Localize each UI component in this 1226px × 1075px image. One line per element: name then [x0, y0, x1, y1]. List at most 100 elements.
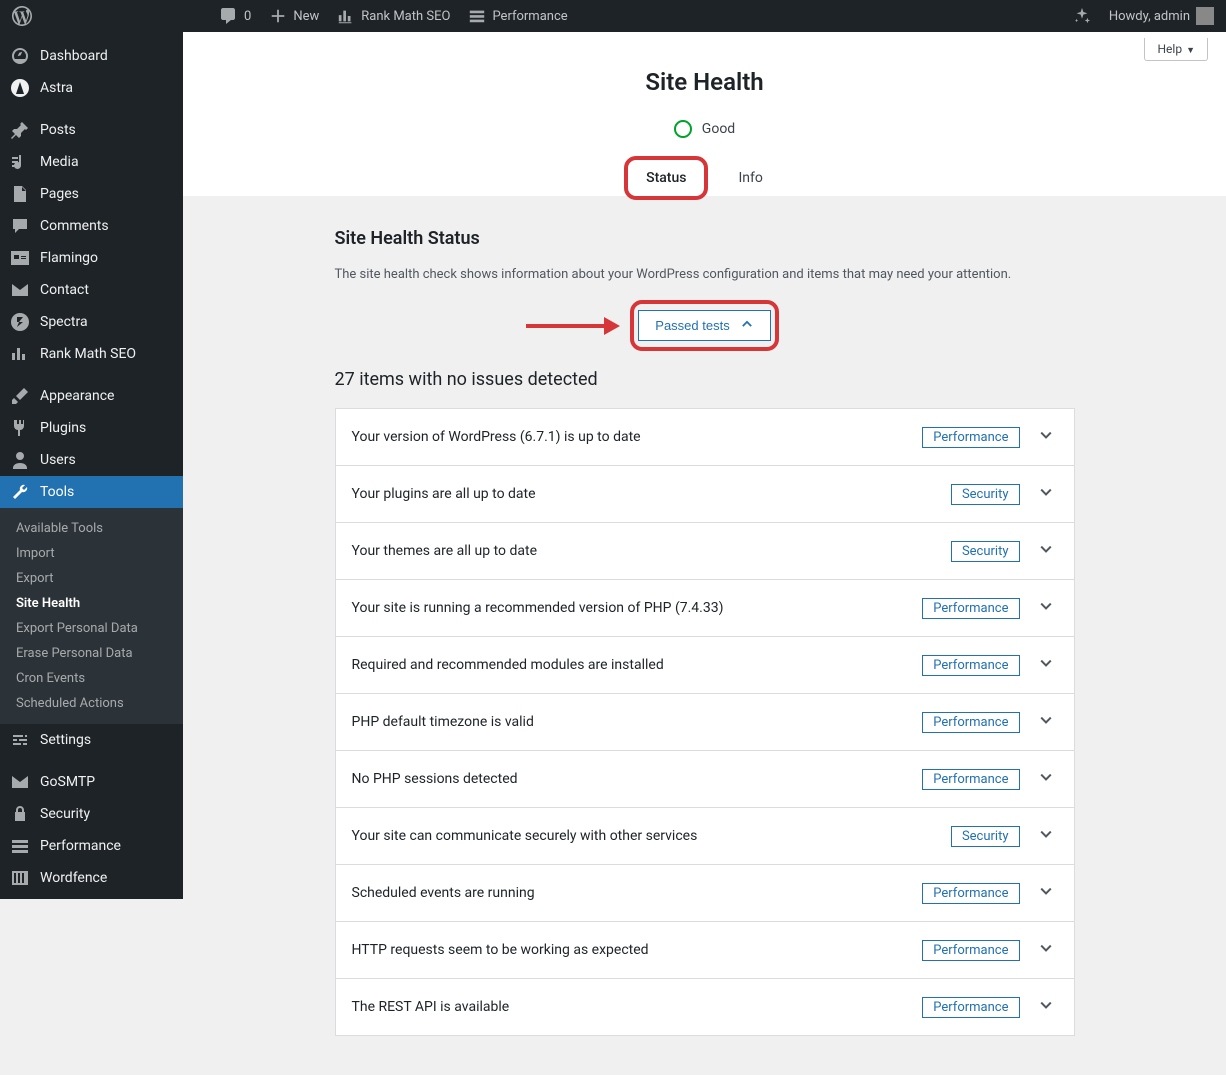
astra-icon	[10, 78, 30, 98]
tools-submenu: Available Tools Import Export Site Healt…	[0, 508, 183, 724]
admin-sidebar: Dashboard Astra Posts Media Pages Commen…	[0, 32, 183, 899]
test-title: Your plugins are all up to date	[352, 486, 951, 502]
sidebar-item-flamingo[interactable]: Flamingo	[0, 242, 183, 274]
test-badge: Security	[951, 541, 1020, 562]
sidebar-item-plugins[interactable]: Plugins	[0, 412, 183, 444]
sidebar-item-performance[interactable]: Performance	[0, 830, 183, 862]
chevron-up-icon	[740, 317, 754, 334]
sidebar-item-rankmath[interactable]: Rank Math SEO	[0, 338, 183, 370]
chevron-down-icon[interactable]	[1034, 480, 1058, 508]
test-row[interactable]: HTTP requests seem to be working as expe…	[335, 921, 1075, 979]
chevron-down-icon[interactable]	[1034, 537, 1058, 565]
chevron-down-icon[interactable]	[1034, 708, 1058, 736]
test-badge: Performance	[922, 940, 1019, 961]
test-row[interactable]: Your version of WordPress (6.7.1) is up …	[335, 408, 1075, 466]
test-badge: Security	[951, 826, 1020, 847]
sub-cron-events[interactable]: Cron Events	[0, 666, 183, 691]
test-title: Your site can communicate securely with …	[352, 828, 951, 844]
test-badge: Security	[951, 484, 1020, 505]
chevron-down-icon[interactable]	[1034, 765, 1058, 793]
test-row[interactable]: Your themes are all up to dateSecurity	[335, 522, 1075, 580]
test-title: Required and recommended modules are ins…	[352, 657, 923, 673]
comment-icon	[10, 216, 30, 236]
status-circle-icon	[674, 120, 692, 138]
sidebar-item-astra[interactable]: Astra	[0, 72, 183, 104]
card-icon	[10, 248, 30, 268]
test-row[interactable]: Scheduled events are runningPerformance	[335, 864, 1075, 922]
sub-erase-personal-data[interactable]: Erase Personal Data	[0, 641, 183, 666]
sidebar-item-media[interactable]: Media	[0, 146, 183, 178]
sub-scheduled-actions[interactable]: Scheduled Actions	[0, 691, 183, 716]
comment-icon	[218, 6, 238, 26]
tab-info[interactable]: Info	[734, 160, 766, 196]
test-row[interactable]: PHP default timezone is validPerformance	[335, 693, 1075, 751]
wrench-icon	[10, 482, 30, 502]
sidebar-item-security[interactable]: Security	[0, 798, 183, 830]
chevron-down-icon[interactable]	[1034, 651, 1058, 679]
chevron-down-icon[interactable]	[1034, 993, 1058, 1021]
sub-available-tools[interactable]: Available Tools	[0, 516, 183, 541]
section-title: Site Health Status	[335, 228, 1075, 249]
section-description: The site health check shows information …	[335, 267, 1075, 282]
adminbar-account[interactable]: Howdy, admin	[1109, 7, 1214, 25]
sidebar-item-comments[interactable]: Comments	[0, 210, 183, 242]
test-row[interactable]: Your site is running a recommended versi…	[335, 579, 1075, 637]
test-row[interactable]: The REST API is availablePerformance	[335, 978, 1075, 1036]
wp-logo[interactable]	[12, 6, 32, 26]
stack-icon	[468, 7, 486, 25]
sub-export-personal-data[interactable]: Export Personal Data	[0, 616, 183, 641]
sidebar-item-settings[interactable]: Settings	[0, 724, 183, 756]
test-row[interactable]: Your plugins are all up to dateSecurity	[335, 465, 1075, 523]
chevron-down-icon[interactable]	[1034, 594, 1058, 622]
chevron-down-icon[interactable]	[1034, 423, 1058, 451]
test-title: PHP default timezone is valid	[352, 714, 923, 730]
spectra-icon	[10, 312, 30, 332]
tab-status[interactable]: Status	[642, 160, 690, 196]
sidebar-item-gosmtp[interactable]: GoSMTP	[0, 766, 183, 798]
sidebar-item-appearance[interactable]: Appearance	[0, 380, 183, 412]
sidebar-item-spectra[interactable]: Spectra	[0, 306, 183, 338]
status-indicator: Good	[183, 120, 1226, 138]
chevron-down-icon[interactable]	[1034, 879, 1058, 907]
sidebar-item-posts[interactable]: Posts	[0, 114, 183, 146]
test-row[interactable]: Required and recommended modules are ins…	[335, 636, 1075, 694]
user-icon	[10, 450, 30, 470]
sub-export[interactable]: Export	[0, 566, 183, 591]
chevron-down-icon: ▼	[1186, 46, 1195, 56]
adminbar-comments[interactable]: 0	[218, 6, 251, 26]
main-content: Help▼ Site Health Good Status Info Site …	[183, 32, 1226, 899]
wordfence-icon	[10, 868, 30, 888]
chart-icon	[10, 344, 30, 364]
adminbar-ai[interactable]	[1073, 7, 1091, 25]
plus-icon	[269, 7, 287, 25]
sub-import[interactable]: Import	[0, 541, 183, 566]
sidebar-item-pages[interactable]: Pages	[0, 178, 183, 210]
test-badge: Performance	[922, 997, 1019, 1018]
sidebar-item-contact[interactable]: Contact	[0, 274, 183, 306]
test-row[interactable]: Your site can communicate securely with …	[335, 807, 1075, 865]
dashboard-icon	[10, 46, 30, 66]
test-title: The REST API is available	[352, 999, 923, 1015]
test-badge: Performance	[922, 427, 1019, 448]
site-health-tabs: Status Info	[183, 160, 1226, 196]
test-title: Your site is running a recommended versi…	[352, 600, 923, 616]
sidebar-item-tools[interactable]: Tools	[0, 476, 183, 508]
passed-tests-button[interactable]: Passed tests	[638, 310, 770, 341]
sidebar-item-wordfence[interactable]: Wordfence	[0, 862, 183, 894]
chevron-down-icon[interactable]	[1034, 936, 1058, 964]
sidebar-item-dashboard[interactable]: Dashboard	[0, 40, 183, 72]
test-row[interactable]: No PHP sessions detectedPerformance	[335, 750, 1075, 808]
help-tab[interactable]: Help▼	[1144, 38, 1208, 61]
adminbar-new[interactable]: New	[269, 7, 319, 25]
performance-icon	[10, 836, 30, 856]
chevron-down-icon[interactable]	[1034, 822, 1058, 850]
sidebar-item-users[interactable]: Users	[0, 444, 183, 476]
adminbar-rankmath[interactable]: Rank Math SEO	[337, 7, 450, 25]
sub-site-health[interactable]: Site Health	[0, 591, 183, 616]
mail-icon	[10, 280, 30, 300]
adminbar-performance[interactable]: Performance	[468, 7, 567, 25]
items-heading: 27 items with no issues detected	[335, 369, 1075, 390]
comments-count: 0	[244, 9, 251, 24]
test-title: HTTP requests seem to be working as expe…	[352, 942, 923, 958]
test-badge: Performance	[922, 712, 1019, 733]
